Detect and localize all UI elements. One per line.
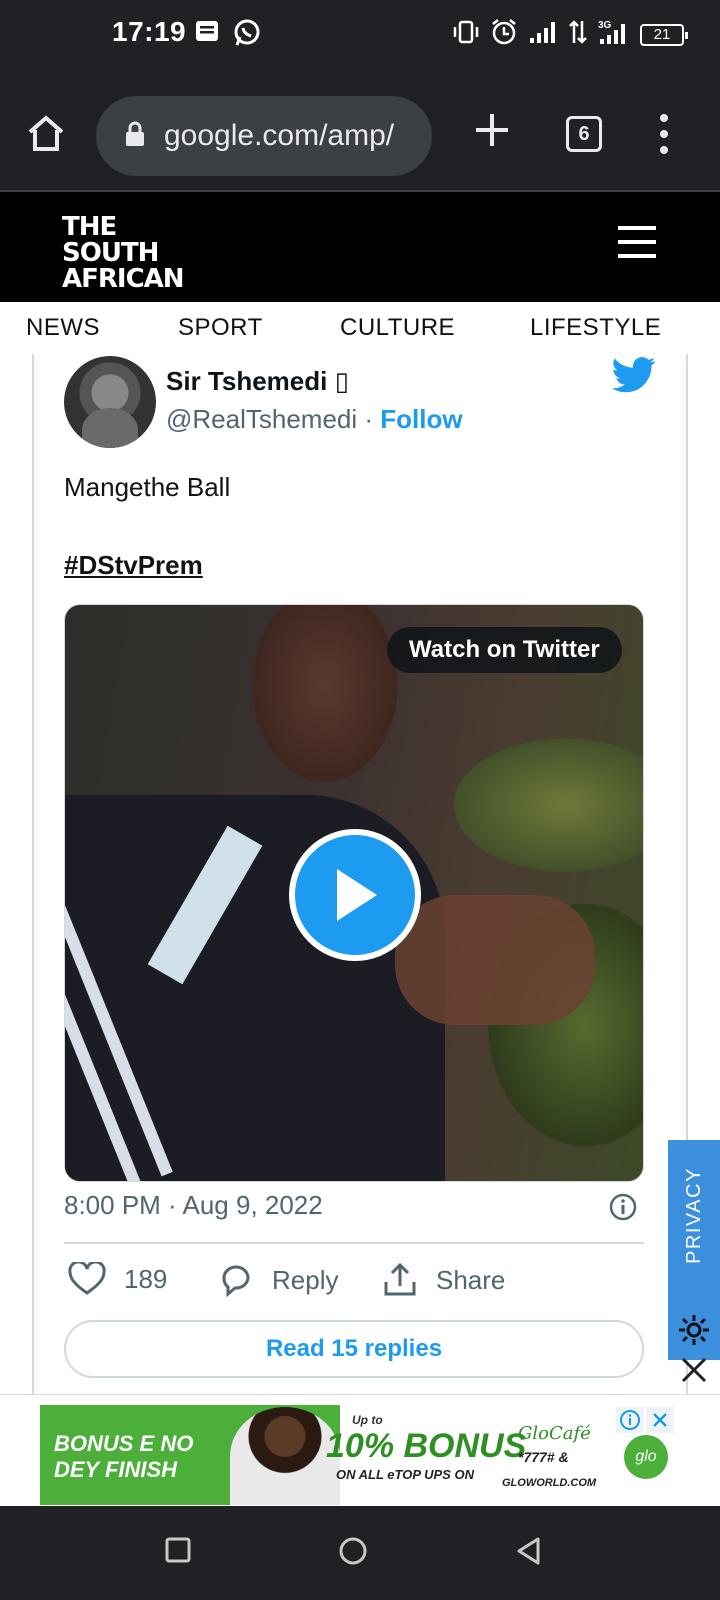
- ad-site: GLOWORLD.COM: [502, 1477, 597, 1489]
- status-time: 17:19: [112, 16, 187, 47]
- alarm-icon: [490, 18, 518, 51]
- ad-controls: [616, 1407, 674, 1433]
- whatsapp-icon: [232, 18, 262, 53]
- nav-item-lifestyle[interactable]: LIFESTYLE: [530, 314, 661, 342]
- ad-slogan-line-1: BONUS E NO: [54, 1431, 194, 1456]
- twitter-bird-icon[interactable]: [612, 356, 656, 399]
- back-icon[interactable]: [514, 1536, 544, 1571]
- logo-line-1: THE: [62, 212, 117, 242]
- share-icon: [384, 1262, 416, 1296]
- battery-level: 21: [653, 26, 671, 43]
- privacy-label-wrap: PRIVACY: [668, 1150, 720, 1280]
- home-circle-icon[interactable]: [338, 1536, 368, 1571]
- reply-bubble-icon: [222, 1265, 250, 1298]
- avatar[interactable]: [64, 356, 156, 448]
- ad-person-image: [230, 1407, 340, 1505]
- share-button[interactable]: Share: [382, 1262, 505, 1298]
- tweet-author-name[interactable]: Sir Tshemedi ▯: [166, 366, 349, 397]
- like-button[interactable]: 189: [68, 1262, 167, 1296]
- ad-info-icon[interactable]: [616, 1407, 644, 1433]
- logo-line-3: AFRICAN: [62, 264, 185, 294]
- system-nav-bar: [0, 1506, 720, 1600]
- ad-slogan: BONUS E NO DEY FINISH: [54, 1431, 193, 1483]
- signal-3g-icon: 3G: [598, 19, 630, 50]
- reply-label: Reply: [272, 1264, 339, 1295]
- lock-icon: [124, 121, 146, 152]
- logo-line-2: SOUTH: [62, 238, 159, 268]
- nav-item-culture[interactable]: CULTURE: [340, 314, 455, 342]
- nav-item-sport[interactable]: SPORT: [178, 314, 263, 342]
- message-icon: [194, 18, 220, 49]
- read-replies-button[interactable]: Read 15 replies: [64, 1320, 644, 1378]
- tab-count: 6: [578, 122, 590, 145]
- glo-logo: glo: [624, 1435, 668, 1479]
- tab-switcher-button[interactable]: 6: [566, 116, 602, 152]
- tweet-timestamp[interactable]: 8:00 PM · Aug 9, 2022: [64, 1190, 323, 1221]
- tweet-author-handle-row: @RealTshemedi · Follow: [166, 404, 463, 435]
- watch-on-twitter-button[interactable]: Watch on Twitter: [387, 627, 622, 673]
- ad-upto: Up to: [352, 1413, 383, 1427]
- reply-button[interactable]: Reply: [218, 1262, 338, 1298]
- separator-dot: ·: [364, 404, 374, 434]
- ad-brand: GloCafé: [518, 1423, 591, 1444]
- tweet-text: Mangethe Ball: [64, 472, 231, 502]
- play-button[interactable]: [289, 829, 421, 961]
- tweet-embed: Sir Tshemedi ▯ @RealTshemedi · Follow Ma…: [32, 354, 688, 1394]
- browser-toolbar: google.com/amp/ 6: [0, 64, 720, 192]
- like-count: 189: [124, 1263, 168, 1294]
- recents-icon[interactable]: [164, 1536, 192, 1569]
- follow-button[interactable]: Follow: [380, 404, 462, 434]
- video-frame-hand: [395, 895, 595, 1025]
- heart-icon: [68, 1262, 106, 1295]
- share-label: Share: [436, 1264, 506, 1295]
- ad-headline: 10% BONUS: [326, 1427, 527, 1465]
- site-logo[interactable]: THE SOUTH AFRICAN: [62, 212, 185, 294]
- menu-icon[interactable]: [660, 114, 668, 154]
- battery-icon: 21: [640, 23, 688, 46]
- new-tab-icon[interactable]: [474, 112, 510, 153]
- gear-icon[interactable]: [676, 1312, 712, 1353]
- tweet-actions: 189 Reply Share: [64, 1262, 644, 1302]
- glo-ad[interactable]: BONUS E NO DEY FINISH Up to 10% BONUS ON…: [40, 1405, 620, 1505]
- close-ad-icon[interactable]: [680, 1356, 708, 1389]
- hamburger-menu-icon[interactable]: [618, 226, 656, 258]
- svg-text:3G: 3G: [598, 20, 612, 31]
- vibrate-icon: [452, 19, 480, 50]
- ad-slogan-line-2: DEY FINISH: [54, 1457, 178, 1482]
- section-nav: NEWS SPORT CULTURE LIFESTYLE: [0, 302, 720, 354]
- data-arrows-icon: [568, 19, 588, 50]
- tweet-author-handle[interactable]: @RealTshemedi: [166, 404, 357, 434]
- signal-icon: [528, 20, 558, 49]
- home-icon[interactable]: [26, 114, 66, 157]
- info-icon[interactable]: [608, 1192, 638, 1227]
- tweet-video[interactable]: Watch on Twitter: [64, 604, 644, 1182]
- play-icon: [337, 869, 377, 921]
- address-bar[interactable]: google.com/amp/: [96, 96, 432, 176]
- ad-close-icon[interactable]: [646, 1407, 674, 1433]
- ad-code: *777# &: [518, 1449, 569, 1465]
- privacy-tab[interactable]: PRIVACY: [668, 1140, 720, 1360]
- url-text: google.com/amp/: [164, 119, 395, 152]
- site-header: THE SOUTH AFRICAN: [0, 192, 720, 302]
- nav-item-news[interactable]: NEWS: [26, 314, 100, 342]
- ad-subline: ON ALL eTOP UPS ON: [336, 1467, 474, 1482]
- hashtag-link[interactable]: #DStvPrem: [64, 550, 203, 581]
- divider: [64, 1242, 644, 1244]
- status-bar: 17:19 3G 21: [0, 0, 720, 64]
- ad-banner: BONUS E NO DEY FINISH Up to 10% BONUS ON…: [0, 1394, 720, 1506]
- privacy-label: PRIVACY: [682, 1166, 705, 1264]
